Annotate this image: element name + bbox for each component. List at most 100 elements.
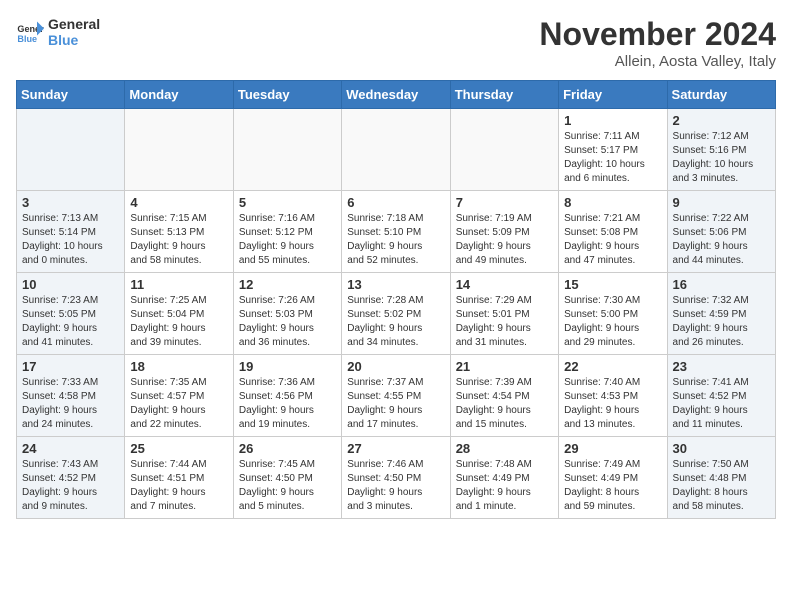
- day-info: Sunrise: 7:23 AM Sunset: 5:05 PM Dayligh…: [22, 294, 119, 350]
- week-row-1: 1 Sunrise: 7:11 AM Sunset: 5:17 PM Daylig…: [17, 109, 776, 191]
- day-number: 16: [673, 277, 770, 292]
- calendar-cell: 12 Sunrise: 7:26 AM Sunset: 5:03 PM Dayli…: [233, 273, 341, 355]
- calendar-cell: [17, 109, 125, 191]
- logo: General Blue General Blue: [16, 16, 100, 48]
- calendar-cell: 28 Sunrise: 7:48 AM Sunset: 4:49 PM Dayli…: [450, 437, 558, 519]
- day-number: 23: [673, 359, 770, 374]
- day-number: 9: [673, 195, 770, 210]
- day-info: Sunrise: 7:49 AM Sunset: 4:49 PM Dayligh…: [564, 458, 661, 514]
- day-number: 28: [456, 441, 553, 456]
- day-info: Sunrise: 7:16 AM Sunset: 5:12 PM Dayligh…: [239, 212, 336, 268]
- day-number: 4: [130, 195, 227, 210]
- day-info: Sunrise: 7:37 AM Sunset: 4:55 PM Dayligh…: [347, 376, 444, 432]
- day-number: 6: [347, 195, 444, 210]
- calendar-table: SundayMondayTuesdayWednesdayThursdayFrid…: [16, 80, 776, 519]
- calendar-cell: 10Sunrise: 7:23 AM Sunset: 5:05 PM Dayli…: [17, 273, 125, 355]
- calendar-cell: 20 Sunrise: 7:37 AM Sunset: 4:55 PM Dayli…: [342, 355, 450, 437]
- calendar-cell: 25Sunrise: 7:44 AM Sunset: 4:51 PM Dayli…: [125, 437, 233, 519]
- day-number: 24: [22, 441, 119, 456]
- day-info: Sunrise: 7:21 AM Sunset: 5:08 PM Dayligh…: [564, 212, 661, 268]
- week-row-3: 10Sunrise: 7:23 AM Sunset: 5:05 PM Dayli…: [17, 273, 776, 355]
- day-number: 26: [239, 441, 336, 456]
- day-info: Sunrise: 7:19 AM Sunset: 5:09 PM Dayligh…: [456, 212, 553, 268]
- location: Allein, Aosta Valley, Italy: [539, 53, 776, 70]
- calendar-cell: 23 Sunrise: 7:41 AM Sunset: 4:52 PM Dayli…: [667, 355, 775, 437]
- day-number: 19: [239, 359, 336, 374]
- calendar-cell: 14 Sunrise: 7:29 AM Sunset: 5:01 PM Dayli…: [450, 273, 558, 355]
- weekday-header-saturday: Saturday: [667, 81, 775, 109]
- calendar-cell: 4 Sunrise: 7:15 AM Sunset: 5:13 PM Daylig…: [125, 191, 233, 273]
- calendar-cell: 17Sunrise: 7:33 AM Sunset: 4:58 PM Dayli…: [17, 355, 125, 437]
- day-info: Sunrise: 7:29 AM Sunset: 5:01 PM Dayligh…: [456, 294, 553, 350]
- day-info: Sunrise: 7:26 AM Sunset: 5:03 PM Dayligh…: [239, 294, 336, 350]
- weekday-header-wednesday: Wednesday: [342, 81, 450, 109]
- calendar-cell: 15Sunrise: 7:30 AM Sunset: 5:00 PM Dayli…: [559, 273, 667, 355]
- weekday-header-monday: Monday: [125, 81, 233, 109]
- day-number: 29: [564, 441, 661, 456]
- calendar-cell: [342, 109, 450, 191]
- day-info: Sunrise: 7:32 AM Sunset: 4:59 PM Dayligh…: [673, 294, 770, 350]
- calendar-cell: [233, 109, 341, 191]
- calendar-cell: 19 Sunrise: 7:36 AM Sunset: 4:56 PM Dayli…: [233, 355, 341, 437]
- day-number: 22: [564, 359, 661, 374]
- calendar-cell: 22 Sunrise: 7:40 AM Sunset: 4:53 PM Dayli…: [559, 355, 667, 437]
- logo-icon: General Blue: [16, 18, 44, 46]
- day-number: 7: [456, 195, 553, 210]
- day-number: 8: [564, 195, 661, 210]
- day-number: 20: [347, 359, 444, 374]
- day-info: Sunrise: 7:13 AM Sunset: 5:14 PM Dayligh…: [22, 212, 119, 268]
- day-info: Sunrise: 7:11 AM Sunset: 5:17 PM Dayligh…: [564, 130, 661, 186]
- calendar-cell: 7 Sunrise: 7:19 AM Sunset: 5:09 PM Daylig…: [450, 191, 558, 273]
- calendar-cell: 5 Sunrise: 7:16 AM Sunset: 5:12 PM Daylig…: [233, 191, 341, 273]
- day-info: Sunrise: 7:48 AM Sunset: 4:49 PM Dayligh…: [456, 458, 553, 514]
- day-info: Sunrise: 7:46 AM Sunset: 4:50 PM Dayligh…: [347, 458, 444, 514]
- calendar-cell: 9 Sunrise: 7:22 AM Sunset: 5:06 PM Daylig…: [667, 191, 775, 273]
- day-number: 14: [456, 277, 553, 292]
- day-number: 2: [673, 113, 770, 128]
- day-number: 27: [347, 441, 444, 456]
- day-info: Sunrise: 7:45 AM Sunset: 4:50 PM Dayligh…: [239, 458, 336, 514]
- calendar-cell: 18 Sunrise: 7:35 AM Sunset: 4:57 PM Dayli…: [125, 355, 233, 437]
- day-number: 18: [130, 359, 227, 374]
- title-block: November 2024 Allein, Aosta Valley, Ital…: [539, 16, 776, 70]
- day-info: Sunrise: 7:12 AM Sunset: 5:16 PM Dayligh…: [673, 130, 770, 186]
- day-info: Sunrise: 7:35 AM Sunset: 4:57 PM Dayligh…: [130, 376, 227, 432]
- day-number: 21: [456, 359, 553, 374]
- calendar-cell: 26 Sunrise: 7:45 AM Sunset: 4:50 PM Dayli…: [233, 437, 341, 519]
- day-number: 1: [564, 113, 661, 128]
- day-number: 13: [347, 277, 444, 292]
- day-info: Sunrise: 7:15 AM Sunset: 5:13 PM Dayligh…: [130, 212, 227, 268]
- weekday-header-friday: Friday: [559, 81, 667, 109]
- weekday-header-sunday: Sunday: [17, 81, 125, 109]
- day-info: Sunrise: 7:50 AM Sunset: 4:48 PM Dayligh…: [673, 458, 770, 514]
- svg-text:Blue: Blue: [17, 34, 37, 44]
- calendar-cell: 1 Sunrise: 7:11 AM Sunset: 5:17 PM Daylig…: [559, 109, 667, 191]
- day-info: Sunrise: 7:22 AM Sunset: 5:06 PM Dayligh…: [673, 212, 770, 268]
- day-info: Sunrise: 7:28 AM Sunset: 5:02 PM Dayligh…: [347, 294, 444, 350]
- calendar-cell: 30Sunrise: 7:50 AM Sunset: 4:48 PM Dayli…: [667, 437, 775, 519]
- day-number: 11: [130, 277, 227, 292]
- day-info: Sunrise: 7:30 AM Sunset: 5:00 PM Dayligh…: [564, 294, 661, 350]
- calendar-cell: [125, 109, 233, 191]
- day-info: Sunrise: 7:36 AM Sunset: 4:56 PM Dayligh…: [239, 376, 336, 432]
- calendar-cell: 13 Sunrise: 7:28 AM Sunset: 5:02 PM Dayli…: [342, 273, 450, 355]
- calendar-cell: 11Sunrise: 7:25 AM Sunset: 5:04 PM Dayli…: [125, 273, 233, 355]
- calendar-cell: 29 Sunrise: 7:49 AM Sunset: 4:49 PM Dayli…: [559, 437, 667, 519]
- page-header: General Blue General Blue November 2024 …: [16, 16, 776, 70]
- logo-line1: General: [48, 16, 100, 32]
- calendar-cell: 16 Sunrise: 7:32 AM Sunset: 4:59 PM Dayli…: [667, 273, 775, 355]
- day-info: Sunrise: 7:43 AM Sunset: 4:52 PM Dayligh…: [22, 458, 119, 514]
- day-info: Sunrise: 7:41 AM Sunset: 4:52 PM Dayligh…: [673, 376, 770, 432]
- calendar-cell: 27 Sunrise: 7:46 AM Sunset: 4:50 PM Dayli…: [342, 437, 450, 519]
- day-number: 12: [239, 277, 336, 292]
- day-info: Sunrise: 7:39 AM Sunset: 4:54 PM Dayligh…: [456, 376, 553, 432]
- month-title: November 2024: [539, 16, 776, 53]
- day-number: 25: [130, 441, 227, 456]
- calendar-cell: [450, 109, 558, 191]
- calendar-cell: 2 Sunrise: 7:12 AM Sunset: 5:16 PM Daylig…: [667, 109, 775, 191]
- day-info: Sunrise: 7:40 AM Sunset: 4:53 PM Dayligh…: [564, 376, 661, 432]
- week-row-4: 17Sunrise: 7:33 AM Sunset: 4:58 PM Dayli…: [17, 355, 776, 437]
- weekday-header-tuesday: Tuesday: [233, 81, 341, 109]
- day-number: 17: [22, 359, 119, 374]
- day-number: 5: [239, 195, 336, 210]
